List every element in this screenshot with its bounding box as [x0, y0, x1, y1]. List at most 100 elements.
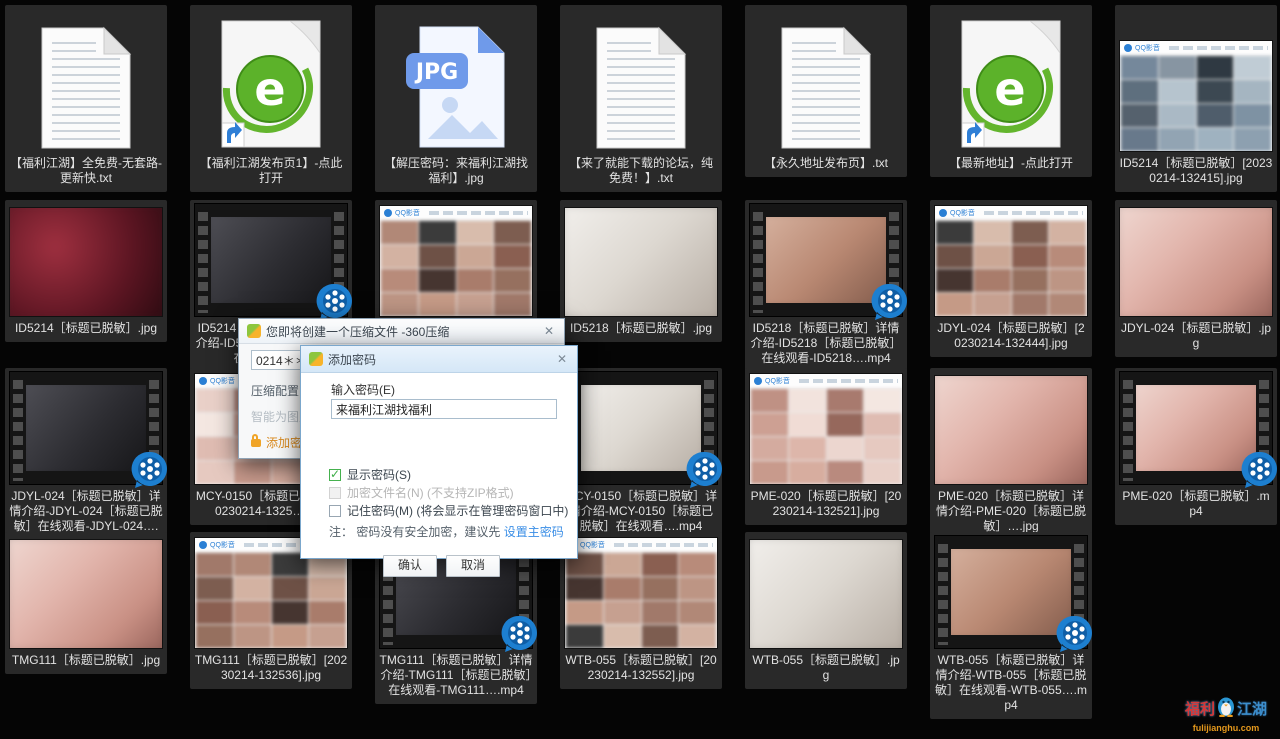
file-icon-area [190, 204, 352, 316]
browser-shortcut-icon: e [952, 17, 1070, 151]
qq-player-logo-text: QQ影音 [210, 540, 235, 550]
qq-player-logo-text: QQ影音 [580, 540, 605, 550]
penguin-mascot-icon [1217, 695, 1235, 717]
file-tile[interactable]: WTB-055［标题已脱敏］详情介绍-WTB-055［标题已脱敏］在线观看-WT… [930, 532, 1092, 719]
password-label: 输入密码(E) [331, 381, 395, 398]
file-tile[interactable]: 【永久地址发布页】.txt [745, 5, 907, 177]
set-master-password-link[interactable]: 设置主密码 [504, 525, 564, 539]
file-icon-area: QQ影音 [375, 204, 537, 316]
remember-password-checkbox[interactable]: 记住密码(M) (将会显示在管理密码窗口中) [329, 502, 568, 519]
file-label: MCY-0150［标题已脱敏］详情介绍-MCY-0150［标题已脱敏］在线观看…… [560, 489, 722, 534]
file-tile[interactable]: 【来了就能下载的论坛，纯免费！】.txt [560, 5, 722, 192]
file-tile[interactable]: ID5218［标题已脱敏］.jpg [560, 200, 722, 342]
add-password-dialog: 添加密码 ✕ 输入密码(E) 显示密码(S) 加密文件名(N) (不支持ZIP格… [300, 345, 578, 559]
image-thumbnail-redacted [565, 208, 717, 316]
show-password-checkbox[interactable]: 显示密码(S) [329, 466, 411, 483]
video-thumbnail-redacted [750, 204, 902, 316]
file-tile[interactable]: WTB-055［标题已脱敏］.jpg [745, 532, 907, 689]
file-tile[interactable]: JDYL-024［标题已脱敏］详情介绍-JDYL-024［标题已脱敏］在线观看-… [5, 368, 167, 555]
thumbnail-header-text [614, 543, 713, 547]
file-tile[interactable]: QQ影音 WTB-055［标题已脱敏］[20230214-132552].jpg [560, 532, 722, 689]
file-icon-area [5, 9, 167, 151]
file-label: PME-020［标题已脱敏］详情介绍-PME-020［标题已脱敏］….jpg [930, 489, 1092, 534]
password-input[interactable] [331, 399, 557, 419]
file-tile[interactable]: QQ影音 JDYL-024［标题已脱敏］[20230214-132444].jp… [930, 200, 1092, 357]
file-tile[interactable]: QQ影音 ID5214［标题已脱敏］[20230214-132415].jpg [1115, 5, 1277, 192]
dialog-titlebar[interactable]: 添加密码 ✕ [301, 346, 577, 373]
qq-player-logo-text: QQ影音 [950, 208, 975, 218]
image-thumbnail-redacted [750, 540, 902, 648]
file-tile[interactable]: TMG111［标题已脱敏］.jpg [5, 532, 167, 674]
image-thumbnail-redacted [935, 376, 1087, 484]
thumbnail-header-text [984, 211, 1083, 215]
close-icon[interactable]: ✕ [542, 324, 556, 338]
file-label: 【福利江湖发布页1】-点此打开 [190, 156, 352, 186]
file-tile[interactable]: MCY-0150［标题已脱敏］详情介绍-MCY-0150［标题已脱敏］在线观看…… [560, 368, 722, 540]
penguin-mascot-icon [1217, 695, 1235, 722]
qq-player-logo-text: QQ影音 [765, 376, 790, 386]
browser-shortcut-icon: e [212, 17, 330, 151]
video-thumbnail-redacted [10, 372, 162, 484]
cancel-button[interactable]: 取消 [446, 555, 500, 577]
file-tile[interactable]: QQ影音 PME-020［标题已脱敏］[20230214-132521].jpg [745, 368, 907, 525]
file-label: TMG111［标题已脱敏］.jpg [5, 653, 167, 668]
video-thumbnail-redacted [935, 536, 1087, 648]
file-tile[interactable]: PME-020［标题已脱敏］.mp4 [1115, 368, 1277, 525]
password-note: 注： 密码没有安全加密，建议先 设置主密码 [329, 523, 564, 540]
qq-player-logo-icon [754, 377, 762, 385]
file-icon-area [930, 372, 1092, 484]
text-file-icon [593, 25, 689, 151]
file-tile[interactable]: e 【福利江湖发布页1】-点此打开 [190, 5, 352, 192]
watermark-text-left: 福利 [1185, 698, 1215, 719]
file-tile[interactable]: ID5218［标题已脱敏］详情介绍-ID5218［标题已脱敏］在线观看-ID52… [745, 200, 907, 372]
qq-player-badge-icon [500, 614, 540, 654]
file-icon-area: QQ影音 [1115, 9, 1277, 151]
file-label: ID5214［标题已脱敏］[20230214-132415].jpg [1115, 156, 1277, 186]
svg-text:JPG: JPG [414, 60, 458, 85]
image-thumbnail-redacted [1120, 208, 1272, 316]
lock-icon [251, 439, 261, 447]
add-password-icon [309, 352, 323, 366]
file-icon-area [1115, 372, 1277, 484]
image-thumbnail-redacted: QQ影音 [565, 538, 717, 648]
confirm-button[interactable]: 确认 [383, 555, 437, 577]
qq-player-badge-icon [870, 282, 910, 322]
file-label: PME-020［标题已脱敏］.mp4 [1115, 489, 1277, 519]
file-tile[interactable]: 【福利江湖】全免费-无套路-更新快.txt [5, 5, 167, 192]
file-tile[interactable]: PME-020［标题已脱敏］详情介绍-PME-020［标题已脱敏］….jpg [930, 368, 1092, 540]
file-tile[interactable]: e 【最新地址】-点此打开 [930, 5, 1092, 177]
file-icon-area [745, 536, 907, 648]
checkbox-icon [329, 505, 341, 517]
file-label: PME-020［标题已脱敏］[20230214-132521].jpg [745, 489, 907, 519]
file-label: JDYL-024［标题已脱敏］.jpg [1115, 321, 1277, 351]
image-thumbnail-redacted [10, 208, 162, 316]
file-icon-area: JPG [375, 9, 537, 151]
checkbox-icon [329, 487, 341, 499]
image-thumbnail-redacted [10, 540, 162, 648]
file-tile[interactable]: ID5214［标题已脱敏］.jpg [5, 200, 167, 342]
file-icon-area: QQ影音 [560, 536, 722, 648]
image-thumbnail-redacted: QQ影音 [750, 374, 902, 484]
file-label: ID5218［标题已脱敏］详情介绍-ID5218［标题已脱敏］在线观看-ID52… [745, 321, 907, 366]
text-file-icon [38, 25, 134, 151]
dialog-titlebar[interactable]: 您即将创建一个压缩文件 -360压缩 ✕ [239, 319, 564, 344]
file-icon-area [560, 204, 722, 316]
encrypt-filenames-checkbox: 加密文件名(N) (不支持ZIP格式) [329, 484, 514, 501]
close-icon[interactable]: ✕ [555, 352, 569, 366]
file-icon-area: e [930, 9, 1092, 151]
checkbox-icon [329, 469, 341, 481]
360zip-icon [247, 324, 261, 338]
file-tile[interactable]: JPG 【解压密码：来福利江湖找福利】.jpg [375, 5, 537, 192]
watermark-url: fulijianghu.com [1178, 723, 1274, 733]
svg-text:e: e [994, 62, 1025, 116]
file-label: WTB-055［标题已脱敏］.jpg [745, 653, 907, 683]
file-icon-area [5, 204, 167, 316]
file-icon-area [1115, 204, 1277, 316]
file-label: 【福利江湖】全免费-无套路-更新快.txt [5, 156, 167, 186]
text-file-icon [778, 25, 874, 151]
file-label: TMG111［标题已脱敏］[20230214-132536].jpg [190, 653, 352, 683]
qq-player-logo-icon [1124, 44, 1132, 52]
file-label: WTB-055［标题已脱敏］[20230214-132552].jpg [560, 653, 722, 683]
file-tile[interactable]: JDYL-024［标题已脱敏］.jpg [1115, 200, 1277, 357]
qq-player-badge-icon [130, 450, 170, 490]
